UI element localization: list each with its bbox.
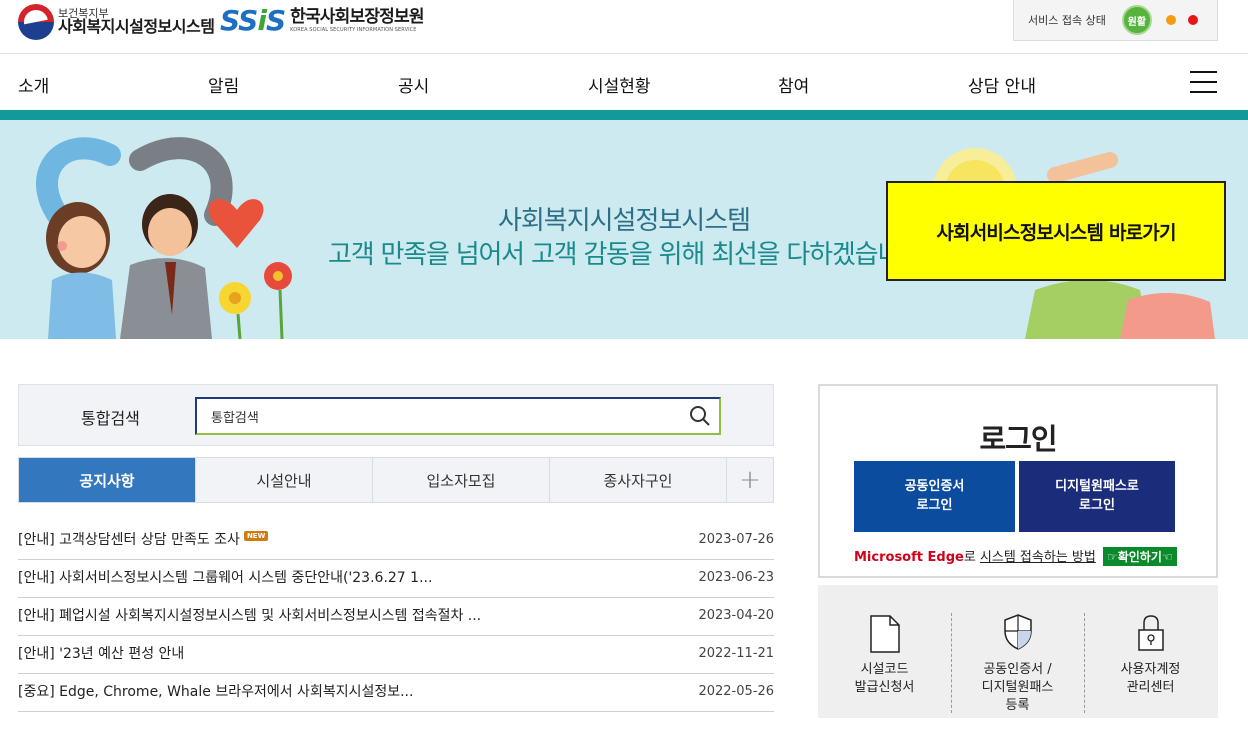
more-icon[interactable]: + xyxy=(727,458,773,502)
ssis-org-name: 한국사회보장정보원 xyxy=(290,6,424,27)
search-label: 통합검색 xyxy=(81,409,140,428)
lock-icon xyxy=(1137,615,1164,651)
mohw-system-name: 사회복지시설정보시스템 xyxy=(58,17,215,37)
top-bar: 보건복지부 사회복지시설정보시스템 SSiS 한국사회보장정보원 KOREA S… xyxy=(0,0,1248,54)
digital-onepass-login-button[interactable]: 디지털원패스로 로그인 xyxy=(1019,461,1175,532)
social-service-shortcut-button[interactable]: 사회서비스정보시스템 바로가기 xyxy=(886,181,1226,281)
search-icon[interactable] xyxy=(689,405,711,427)
new-badge: NEW xyxy=(243,531,269,541)
quick-links: 시설코드 발급신청서 공동인증서 / 디지털원패스 등록 사용자계정 관리센터 xyxy=(818,585,1218,718)
edge-confirm-button[interactable]: ☞확인하기☜ xyxy=(1102,547,1177,566)
tab-facility-info[interactable]: 시설안내 xyxy=(196,458,373,502)
board-tabs: 공지사항 시설안내 입소자모집 종사자구인 + xyxy=(18,457,774,503)
notice-title[interactable]: [중요] Edge, Chrome, Whale 브라우저에서 사회복지시설정보… xyxy=(18,681,413,701)
list-item[interactable]: [안내] 폐업시설 사회복지시설정보시스템 및 사회서비스정보시스템 접속절차 … xyxy=(18,598,774,636)
banner-subtitle: 고객 만족을 넘어서 고객 감동을 위해 최선을 다하겠습니다 xyxy=(328,240,888,270)
notice-date: 2023-04-20 xyxy=(698,608,774,623)
notice-title[interactable]: [안내] 폐업시설 사회복지시설정보시스템 및 사회서비스정보시스템 접속절차 … xyxy=(18,605,481,625)
edge-guide: Microsoft Edge로 시스템 접속하는 방법 ☞확인하기☜ xyxy=(854,546,1177,566)
certificate-register-link[interactable]: 공동인증서 / 디지털원패스 등록 xyxy=(951,585,1084,718)
main-navigation: 소개 알림 공시 시설현황 참여 상담 안내 xyxy=(0,55,1248,110)
nav-item-disclosure[interactable]: 공시 xyxy=(398,72,429,97)
mohw-logo[interactable]: 보건복지부 사회복지시설정보시스템 xyxy=(18,4,215,40)
notice-title[interactable]: [안내] '23년 예산 편성 안내 xyxy=(18,643,184,663)
tab-staff-recruit[interactable]: 종사자구인 xyxy=(550,458,727,502)
ssis-logo[interactable]: SSiS 한국사회보장정보원 KOREA SOCIAL SECURITY INF… xyxy=(220,4,424,37)
list-item[interactable]: [안내] 사회서비스정보시스템 그룹웨어 시스템 중단안내('23.6.27 1… xyxy=(18,560,774,598)
tab-resident-recruit[interactable]: 입소자모집 xyxy=(373,458,550,502)
document-icon xyxy=(869,615,900,653)
list-item[interactable]: [안내] '23년 예산 편성 안내 2022-11-21 xyxy=(18,636,774,674)
taeguk-icon xyxy=(18,4,54,40)
shield-icon xyxy=(1003,614,1032,650)
ssis-org-eng: KOREA SOCIAL SECURITY INFORMATION SERVIC… xyxy=(290,26,417,33)
list-item[interactable]: [중요] Edge, Chrome, Whale 브라우저에서 사회복지시설정보… xyxy=(18,674,774,712)
status-delay-indicator xyxy=(1165,15,1176,25)
notice-date: 2023-07-26 xyxy=(698,532,774,547)
status-normal-indicator: 원활 xyxy=(1121,5,1152,35)
certificate-login-button[interactable]: 공동인증서 로그인 xyxy=(854,461,1015,532)
service-status-label: 서비스 접속 상태 xyxy=(1028,14,1106,27)
search-panel: 통합검색 xyxy=(18,384,774,446)
nav-item-consulting[interactable]: 상담 안내 xyxy=(968,72,1036,97)
status-error-indicator xyxy=(1187,15,1198,25)
list-item[interactable]: [안내] 고객상담센터 상담 만족도 조사 NEW 2023-07-26 xyxy=(18,522,774,560)
login-panel: 로그인 공동인증서 로그인 디지털원패스로 로그인 Microsoft Edge로 … xyxy=(818,384,1218,578)
ssis-mark-icon: SSiS xyxy=(220,4,286,37)
nav-item-intro[interactable]: 소개 xyxy=(18,72,49,97)
nav-item-participation[interactable]: 참여 xyxy=(778,72,809,97)
menu-icon[interactable] xyxy=(1190,71,1217,93)
account-center-link[interactable]: 사용자계정 관리센터 xyxy=(1084,585,1217,718)
nav-item-notice[interactable]: 알림 xyxy=(208,72,239,97)
login-title: 로그인 xyxy=(979,422,1057,456)
notice-date: 2022-11-21 xyxy=(698,646,774,661)
edge-guide-link[interactable]: 시스템 접속하는 방법 xyxy=(980,550,1096,565)
nav-item-facility-status[interactable]: 시설현황 xyxy=(588,72,651,97)
notice-list: [안내] 고객상담센터 상담 만족도 조사 NEW 2023-07-26 [안내]… xyxy=(18,522,774,712)
notice-title[interactable]: [안내] 사회서비스정보시스템 그룹웨어 시스템 중단안내('23.6.27 1… xyxy=(18,567,432,587)
edge-brand: Microsoft Edge xyxy=(854,550,964,565)
search-input[interactable] xyxy=(195,397,721,435)
facility-code-request-link[interactable]: 시설코드 발급신청서 xyxy=(818,585,951,718)
notice-date: 2022-05-26 xyxy=(698,684,774,699)
nav-divider xyxy=(0,110,1248,120)
notice-title[interactable]: [안내] 고객상담센터 상담 만족도 조사 NEW xyxy=(18,529,269,549)
tab-notice[interactable]: 공지사항 xyxy=(19,458,196,502)
notice-date: 2023-06-23 xyxy=(698,570,774,585)
service-status-panel: 서비스 접속 상태 원활 xyxy=(1013,0,1218,41)
